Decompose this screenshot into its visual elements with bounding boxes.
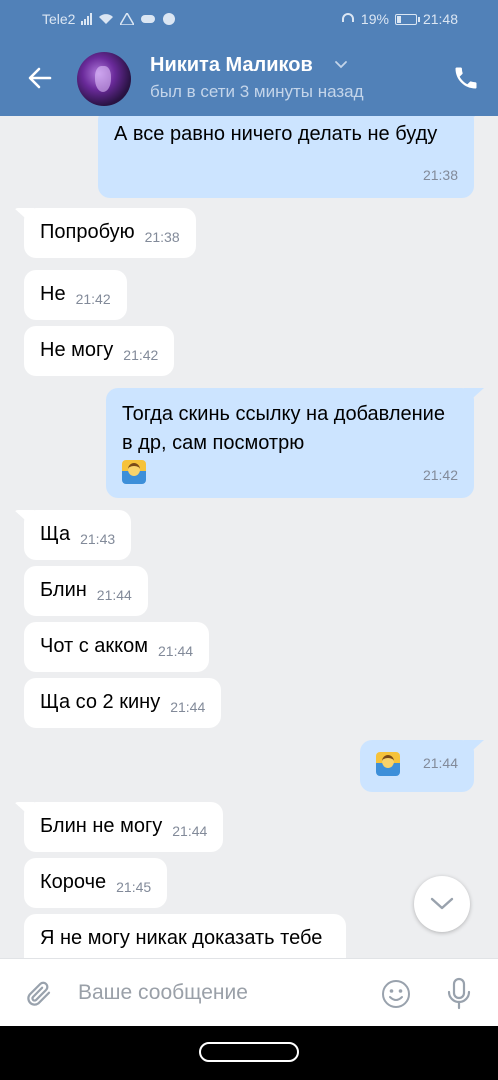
message-text: А все равно ничего делать не буду xyxy=(114,123,438,145)
message-time: 21:43 xyxy=(80,531,116,547)
arrow-left-icon[interactable] xyxy=(26,64,54,92)
message-bubble-incoming[interactable]: Короче 21:45 xyxy=(24,858,168,908)
message-text: Блин не могу xyxy=(40,815,163,837)
message-time: 21:42 xyxy=(123,347,159,363)
composer xyxy=(0,958,498,1026)
message-list[interactable]: А все равно ничего делать не буду 21:38 … xyxy=(0,116,498,958)
battery-percent: 19% xyxy=(360,11,389,27)
message-bubble-outgoing[interactable]: 21:44 xyxy=(360,740,474,792)
signal-icon xyxy=(81,13,93,25)
chat-header: Никита Маликов был в сети 3 минуты назад xyxy=(0,40,498,116)
message-text: Я не могу никак доказать тебе xyxy=(40,927,323,949)
man-shrugging-icon xyxy=(122,460,146,484)
message-time: 21:38 xyxy=(422,167,458,183)
phone-icon[interactable] xyxy=(452,64,480,92)
message-bubble-outgoing[interactable]: Тогда скинь ссылку на добавление в др, с… xyxy=(106,388,474,498)
message-bubble-incoming[interactable]: Ща со 2 кину 21:44 xyxy=(24,678,222,728)
contact-status: был в сети 3 минуты назад xyxy=(150,82,364,101)
message-bubble-incoming[interactable]: Попробую 21:38 xyxy=(24,208,196,258)
message-text: Не xyxy=(40,283,66,305)
message-text: Ща со 2 кину xyxy=(40,691,161,713)
message-text: Короче xyxy=(40,871,107,893)
message-time: 21:38 xyxy=(144,229,180,245)
message-time: 21:44 xyxy=(158,643,194,659)
message-bubble-incoming[interactable]: Не могу 21:42 xyxy=(24,326,175,376)
message-time: 21:44 xyxy=(172,823,208,839)
warning-icon xyxy=(120,13,135,25)
battery-icon xyxy=(394,13,420,25)
message-text: Блин xyxy=(40,579,87,601)
message-time: 21:44 xyxy=(96,587,132,603)
message-time: 21:44 xyxy=(170,699,206,715)
chevron-down-icon xyxy=(430,897,454,910)
paperclip-icon[interactable] xyxy=(24,979,54,1009)
message-bubble-outgoing[interactable]: А все равно ничего делать не буду 21:38 xyxy=(98,116,474,198)
game-icon xyxy=(141,15,156,23)
message-time: 21:44 xyxy=(422,755,458,771)
man-shrugging-icon xyxy=(376,752,400,776)
message-text: Не могу xyxy=(40,339,114,361)
scroll-to-bottom-button[interactable] xyxy=(414,876,470,932)
clock: 21:48 xyxy=(422,11,458,27)
face-icon xyxy=(163,13,176,25)
avatar[interactable] xyxy=(77,52,131,106)
message-input[interactable] xyxy=(78,973,368,1013)
message-time: 21:45 xyxy=(116,879,152,895)
message-text: Ща xyxy=(40,523,71,545)
headphones-icon xyxy=(341,13,354,22)
message-bubble-incoming[interactable]: Чот с акком 21:44 xyxy=(24,622,210,672)
microphone-icon[interactable] xyxy=(446,977,472,1011)
wifi-icon xyxy=(99,14,114,24)
message-bubble-incoming[interactable]: Не 21:42 xyxy=(24,270,127,320)
message-time: 21:42 xyxy=(75,291,111,307)
message-bubble-incoming[interactable]: Ща 21:43 xyxy=(24,510,132,560)
message-text: Попробую xyxy=(40,221,135,243)
message-text: Тогда скинь ссылку на добавление в др, с… xyxy=(122,403,445,454)
home-gesture-bar[interactable] xyxy=(199,1042,299,1062)
message-time: 21:42 xyxy=(422,467,458,483)
message-bubble-incoming[interactable]: Блин не могу 21:44 xyxy=(24,802,224,852)
contact-name[interactable]: Никита Маликов xyxy=(150,54,313,77)
smiley-icon[interactable] xyxy=(381,979,411,1009)
carrier-label: Tele2 xyxy=(42,11,76,27)
system-navigation-bar xyxy=(0,1026,498,1080)
message-text: Чот с акком xyxy=(40,635,149,657)
message-bubble-incoming[interactable]: Блин 21:44 xyxy=(24,566,148,616)
message-bubble-incoming[interactable]: Я не могу никак доказать тебе xyxy=(24,914,346,958)
status-bar: Tele2 19% 21:48 xyxy=(0,0,498,40)
chevron-down-icon[interactable] xyxy=(334,60,348,70)
